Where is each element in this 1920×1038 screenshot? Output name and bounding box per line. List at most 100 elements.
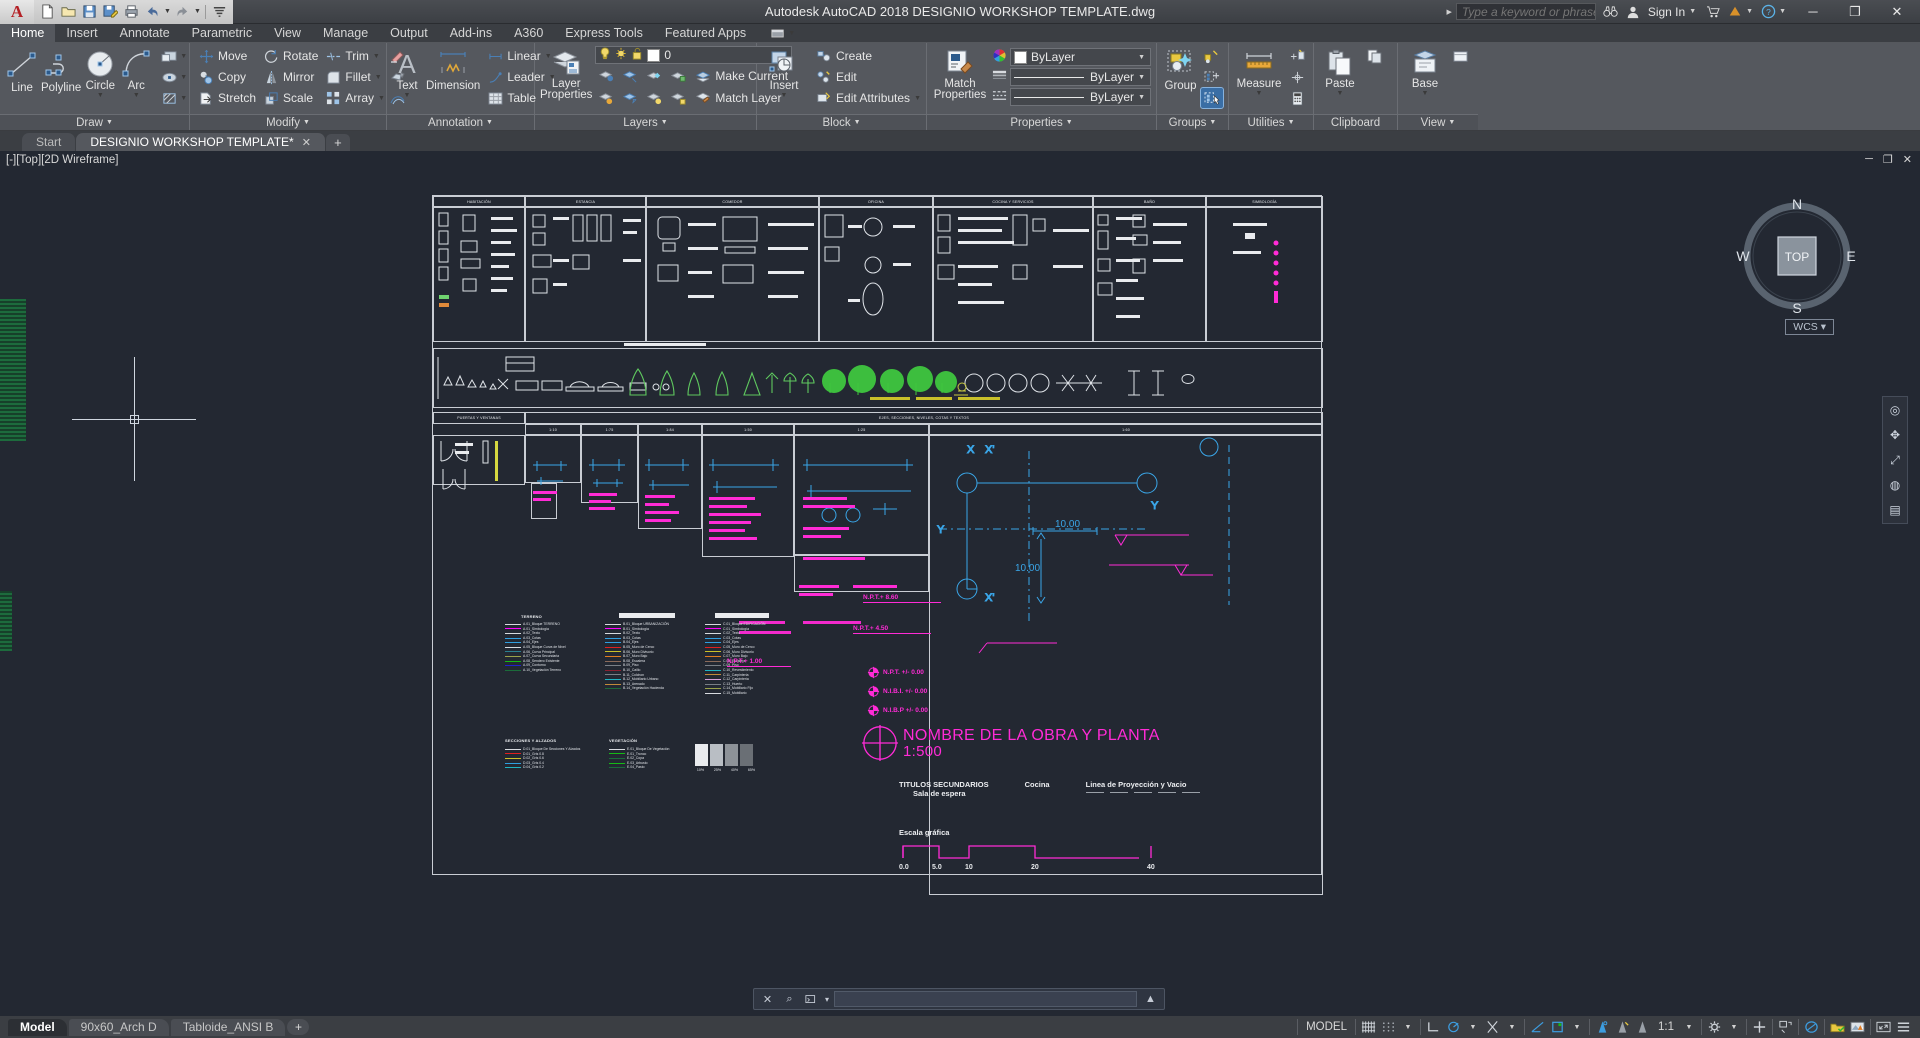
autoscale-icon[interactable] xyxy=(1613,1018,1632,1036)
layer-unlock-all-icon[interactable] xyxy=(667,88,689,108)
fillet-button[interactable]: Fillet xyxy=(322,67,374,87)
layer-thaw-all-icon[interactable] xyxy=(643,88,665,108)
help-dropdown-icon[interactable]: ▼ xyxy=(1779,8,1792,15)
measure-dropdown-icon[interactable]: ▼ xyxy=(1256,90,1263,97)
panel-modify-expand-icon[interactable]: ▼ xyxy=(303,119,310,126)
panel-title-draw[interactable]: Draw ▼ xyxy=(0,114,189,130)
panel-annotation-expand-icon[interactable]: ▼ xyxy=(486,119,493,126)
match-properties-button[interactable]: Match Properties xyxy=(932,46,988,101)
infocenter-expand-icon[interactable]: ▶ xyxy=(1442,8,1455,16)
line-button[interactable]: Line xyxy=(5,46,39,94)
layer-on-icon[interactable] xyxy=(599,47,611,63)
panel-title-annotation[interactable]: Annotation ▼ xyxy=(387,114,534,130)
color-wheel-icon[interactable] xyxy=(992,48,1007,66)
scale-button[interactable]: Scale xyxy=(260,88,322,108)
polyline-button[interactable]: Polyline xyxy=(41,46,81,94)
tab-insert[interactable]: Insert xyxy=(55,24,108,42)
zoom-extents-icon[interactable]: ⤢ xyxy=(1885,451,1905,469)
panel-title-block[interactable]: Block ▼ xyxy=(757,114,926,130)
layer-color-swatch[interactable] xyxy=(647,48,661,62)
arc-dropdown-icon[interactable]: ▼ xyxy=(133,92,140,99)
open-icon[interactable] xyxy=(59,2,78,21)
paste-dropdown-icon[interactable]: ▼ xyxy=(1337,90,1344,97)
panel-title-clipboard[interactable]: Clipboard xyxy=(1314,114,1397,130)
layer-merge-icon[interactable] xyxy=(619,88,641,108)
tab-a360[interactable]: A360 xyxy=(503,24,554,42)
array-button[interactable]: Array xyxy=(322,88,378,108)
clean-screen-icon[interactable] xyxy=(1874,1018,1893,1036)
close-icon[interactable]: ✕ xyxy=(759,991,776,1008)
viewport-minimize-icon[interactable]: ─ xyxy=(1865,153,1873,166)
circle-button[interactable]: Circle ▼ xyxy=(83,46,117,99)
drawing-canvas[interactable]: [-][Top][2D Wireframe] ─ ❐ ✕ TOP N S E W… xyxy=(0,151,1920,1016)
file-tab-designio-workshop-template[interactable]: DESIGNIO WORKSHOP TEMPLATE* ✕ xyxy=(76,133,325,151)
move-button[interactable]: Move xyxy=(195,46,260,66)
command-history-icon[interactable]: ▾ xyxy=(825,995,829,1004)
trim-button[interactable]: Trim xyxy=(322,46,373,66)
paste-button[interactable]: Paste ▼ xyxy=(1319,46,1361,97)
panel-title-utilities[interactable]: Utilities ▼ xyxy=(1229,114,1313,130)
app-dropdown-icon[interactable]: ▼ xyxy=(1746,8,1757,15)
viewport-label[interactable]: [-][Top][2D Wireframe] xyxy=(6,154,118,166)
measure-button[interactable]: Measure ▼ xyxy=(1234,46,1284,97)
edit-attributes-button[interactable]: Edit Attributes xyxy=(812,88,914,108)
gear-icon[interactable] xyxy=(1705,1018,1724,1036)
annotation-scale-icon[interactable] xyxy=(1633,1018,1652,1036)
close-button[interactable]: ✕ xyxy=(1876,0,1918,24)
panel-view-expand-icon[interactable]: ▼ xyxy=(1448,119,1455,126)
panel-groups-expand-icon[interactable]: ▼ xyxy=(1209,119,1216,126)
arc-button[interactable]: Arc ▼ xyxy=(119,46,153,99)
mirror-button[interactable]: Mirror xyxy=(260,67,322,87)
isolate-objects-icon[interactable] xyxy=(1776,1018,1795,1036)
user-avatar-icon[interactable] xyxy=(1622,0,1644,24)
osnap-dropdown-icon[interactable]: ▼ xyxy=(1503,1018,1521,1036)
view-manager-icon[interactable] xyxy=(1449,46,1471,66)
panel-title-groups[interactable]: Groups ▼ xyxy=(1157,114,1228,130)
command-expand-icon[interactable]: ▲ xyxy=(1142,991,1159,1008)
ortho-toggle-icon[interactable] xyxy=(1424,1018,1443,1036)
ucs-dropdown-icon[interactable]: ▼ xyxy=(1568,1018,1586,1036)
dimension-button[interactable]: Dimension xyxy=(426,46,480,92)
layout-tab-model[interactable]: Model xyxy=(8,1018,67,1036)
panel-title-modify[interactable]: Modify ▼ xyxy=(190,114,386,130)
panel-block-expand-icon[interactable]: ▼ xyxy=(854,119,861,126)
tab-home[interactable]: Home xyxy=(0,24,56,42)
cart-icon[interactable] xyxy=(1702,0,1724,24)
linetype-dash-icon[interactable] xyxy=(992,88,1007,106)
pan-icon[interactable]: ✥ xyxy=(1885,426,1905,444)
calculator-icon[interactable] xyxy=(1286,88,1308,108)
ribbon-workspace-switcher[interactable]: ▼ xyxy=(771,24,795,42)
model-space-button[interactable]: MODEL xyxy=(1301,1021,1352,1033)
hardware-acceleration-icon[interactable] xyxy=(1750,1018,1769,1036)
linetype-dropdown-icon[interactable]: ▼ xyxy=(1138,74,1147,81)
quick-select-icon[interactable] xyxy=(1286,46,1308,66)
add-to-group-icon[interactable] xyxy=(1201,67,1223,87)
layer-thaw-icon[interactable] xyxy=(615,47,627,63)
command-input[interactable] xyxy=(834,991,1137,1007)
layer-isolate-icon[interactable] xyxy=(595,66,617,86)
object-color-combo[interactable]: ByLayer ▼ xyxy=(1010,48,1151,66)
search-icon[interactable]: ⌕ xyxy=(781,991,798,1008)
file-tab-start[interactable]: Start xyxy=(22,133,76,151)
insert-button[interactable]: Insert ▼ xyxy=(762,46,806,99)
insert-dropdown-icon[interactable]: ▼ xyxy=(781,92,788,99)
orbit-icon[interactable]: ◍ xyxy=(1885,476,1905,494)
full-navigation-wheel-icon[interactable]: ◎ xyxy=(1885,401,1905,419)
tab-annotate[interactable]: Annotate xyxy=(109,24,181,42)
rectangle-dropdown-icon[interactable]: ▼ xyxy=(180,53,187,60)
rectangle-icon[interactable] xyxy=(158,46,180,66)
layer-off-icon[interactable] xyxy=(643,66,665,86)
tab-view[interactable]: View xyxy=(263,24,312,42)
layer-freeze-icon[interactable] xyxy=(619,66,641,86)
fillet-dropdown-icon[interactable]: ▼ xyxy=(375,74,382,81)
close-icon[interactable]: ✕ xyxy=(302,136,311,149)
binoculars-icon[interactable] xyxy=(1600,0,1622,24)
ucs-icon-toggle[interactable] xyxy=(1548,1018,1567,1036)
rotate-button[interactable]: Rotate xyxy=(260,46,322,66)
lineweight-combo[interactable]: ByLayer ▼ xyxy=(1010,88,1151,106)
ungroup-icon[interactable] xyxy=(1201,46,1223,66)
panel-title-properties[interactable]: Properties ▼ xyxy=(927,114,1156,130)
base-dropdown-icon[interactable]: ▼ xyxy=(1422,90,1429,97)
panel-layers-expand-icon[interactable]: ▼ xyxy=(661,119,668,126)
circle-dropdown-icon[interactable]: ▼ xyxy=(97,92,104,99)
